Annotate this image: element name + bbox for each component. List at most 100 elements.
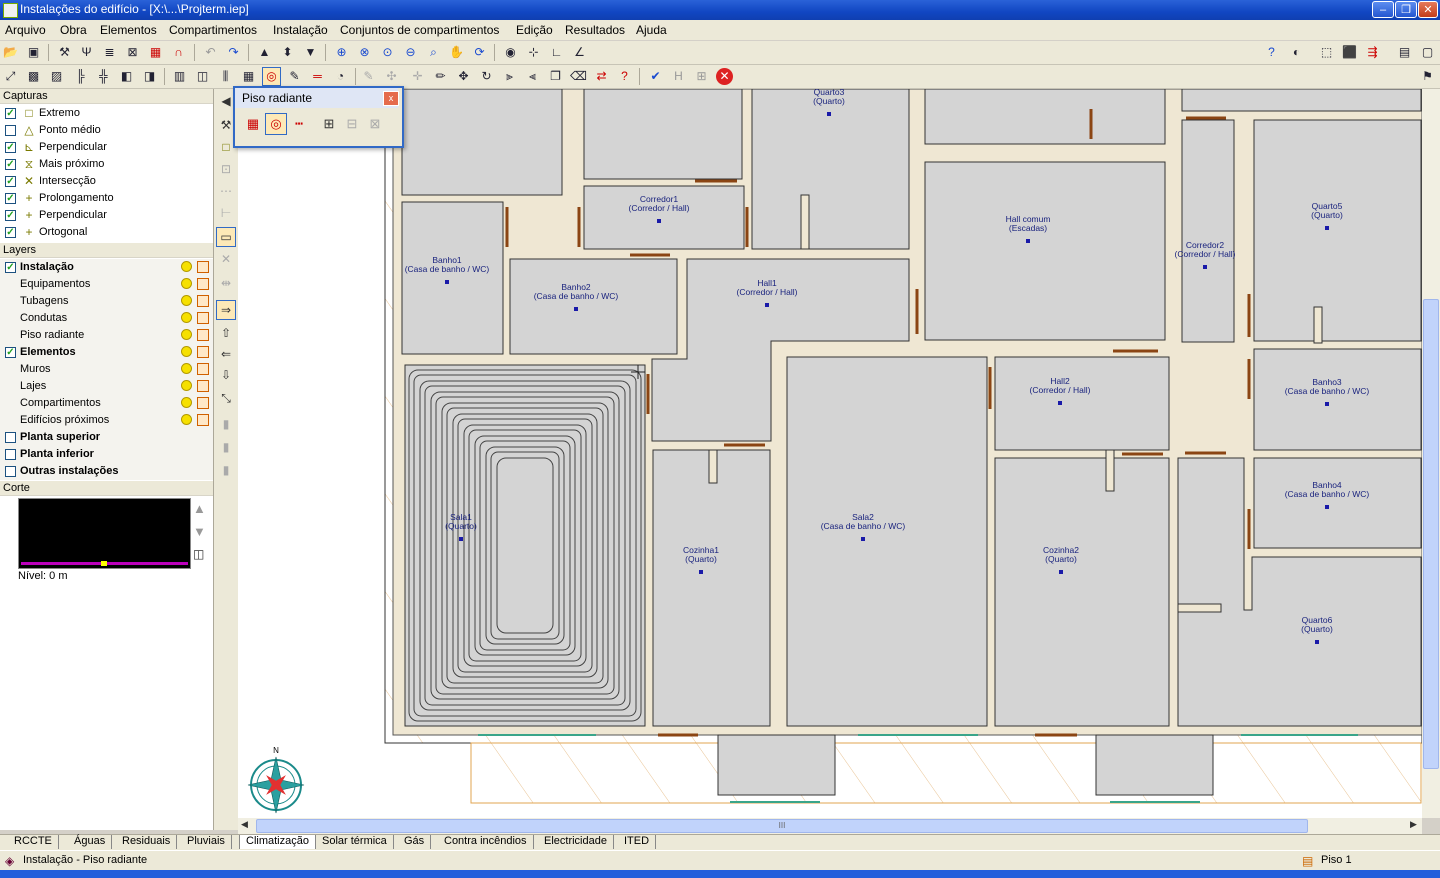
horizontal-scrollbar[interactable]: ◀ III ▶ [238, 818, 1422, 834]
save-icon[interactable]: ▣ [25, 44, 42, 61]
edit-disabled-icon[interactable]: ✎ [360, 68, 377, 85]
room-marker[interactable] [1325, 402, 1329, 406]
tab-9[interactable]: ITED [618, 835, 657, 849]
pipe-icon[interactable]: ╠ [72, 68, 89, 85]
question-check-icon[interactable]: ? [616, 68, 633, 85]
capture-checkbox[interactable]: ✓ [5, 159, 16, 170]
capture-item[interactable]: ✓ + Perpendicular [0, 207, 213, 224]
capture-checkbox[interactable] [5, 125, 16, 136]
lock2-icon[interactable]: ▮ [217, 438, 235, 456]
window-icon[interactable]: ▢ [1419, 44, 1436, 61]
palette-close-button[interactable]: x [383, 91, 399, 106]
delete-collector-icon[interactable]: ⊠ [365, 114, 385, 134]
radiant-line-icon[interactable]: ┅ [289, 114, 309, 134]
tab-4[interactable]: Climatização [239, 835, 316, 849]
capture-item[interactable]: ✓ ⊾ Perpendicular [0, 139, 213, 156]
redraw-icon[interactable]: ⟳ [471, 44, 488, 61]
angle-icon[interactable]: ∠ [571, 44, 588, 61]
layer-item[interactable]: ✓ Instalação [0, 259, 213, 276]
menu-resultados[interactable]: Resultados [565, 23, 625, 37]
room-marker[interactable] [445, 280, 449, 284]
room-marker[interactable] [861, 537, 865, 541]
tab-6[interactable]: Gás [398, 835, 432, 849]
layer-checkbox[interactable]: ✓ [5, 347, 16, 358]
lock3-icon[interactable]: ▮ [217, 461, 235, 479]
layer-visible-icon[interactable] [181, 380, 192, 391]
arrow-down-icon[interactable]: ⇩ [217, 366, 235, 384]
tab-2[interactable]: Residuais [116, 835, 178, 849]
equipment-icon[interactable]: ▩ [25, 68, 42, 85]
redo-icon[interactable]: ↷ [225, 44, 242, 61]
tab-8[interactable]: Electricidade [538, 835, 614, 849]
capture-checkbox[interactable]: ✓ [5, 142, 16, 153]
layer-item[interactable]: Planta inferior [0, 446, 213, 463]
dxf-icon[interactable]: ⊠ [124, 44, 141, 61]
calc-icon[interactable]: ⊞ [693, 68, 710, 85]
tab-1[interactable]: Águas [68, 835, 113, 849]
room-marker[interactable] [1325, 226, 1329, 230]
horizontal-scroll-thumb[interactable]: III [256, 819, 1308, 833]
room-marker[interactable] [459, 537, 463, 541]
layer-color-icon[interactable] [197, 380, 209, 392]
capture-checkbox[interactable]: ✓ [5, 210, 16, 221]
room-marker[interactable] [1203, 265, 1207, 269]
zoom-all-icon[interactable]: ⊗ [356, 44, 373, 61]
zoom-out-icon[interactable]: ⊖ [402, 44, 419, 61]
check-icon[interactable]: ✔ [647, 68, 664, 85]
vertical-scrollbar[interactable] [1422, 89, 1440, 818]
layer-item[interactable]: Outras instalações [0, 463, 213, 480]
layer-color-icon[interactable] [197, 261, 209, 273]
menu-conjuntos[interactable]: Conjuntos de compartimentos [340, 23, 499, 37]
layer-visible-icon[interactable] [181, 278, 192, 289]
layer-item[interactable]: Edifícios próximos [0, 412, 213, 429]
minimize-button[interactable]: – [1372, 1, 1394, 18]
layer-item[interactable]: Condutas [0, 310, 213, 327]
hidro-icon[interactable]: H [670, 68, 687, 85]
layer-color-icon[interactable] [197, 414, 209, 426]
menu-edicao[interactable]: Edição [516, 23, 553, 37]
layer-checkbox[interactable] [5, 449, 16, 460]
arrow-left-icon[interactable]: ⇐ [217, 345, 235, 363]
capture-item[interactable]: ✓ + Prolongamento [0, 190, 213, 207]
unit2-icon[interactable]: ◨ [141, 68, 158, 85]
pan-hand-icon[interactable]: ✋ [448, 44, 465, 61]
floor-icon[interactable]: ▥ [171, 68, 188, 85]
magnet-icon[interactable]: ∩ [170, 44, 187, 61]
layout-icon[interactable]: ▤ [1396, 44, 1413, 61]
menu-arquivo[interactable]: Arquivo [5, 23, 46, 37]
room-marker[interactable] [1058, 401, 1062, 405]
radiant-spiral-icon[interactable]: ◎ [265, 113, 287, 135]
red-line-icon[interactable]: ═ [309, 68, 326, 85]
heater-icon[interactable]: ⫼ [217, 68, 234, 85]
open-folder-icon[interactable]: 📂 [2, 44, 19, 61]
layer-color-icon[interactable] [197, 363, 209, 375]
room-marker[interactable] [827, 112, 831, 116]
snap-grid-icon[interactable]: ⋯ [217, 182, 235, 200]
layer-color-icon[interactable] [197, 329, 209, 341]
layer-visible-icon[interactable] [181, 312, 192, 323]
tools-icon[interactable]: ⚒ [56, 44, 73, 61]
layer-visible-icon[interactable] [181, 414, 192, 425]
comment-icon[interactable]: ▭ [216, 227, 236, 247]
line-tool-icon[interactable]: ⤢ [2, 68, 19, 85]
snap-center-icon[interactable]: ⊡ [217, 160, 235, 178]
capture-checkbox[interactable]: ✓ [5, 193, 16, 204]
layer-item[interactable]: Muros [0, 361, 213, 378]
globe-icon[interactable]: ◐ [1288, 44, 1305, 61]
diagonal-icon[interactable]: ⤡ [217, 389, 235, 407]
menu-compartimentos[interactable]: Compartimentos [169, 23, 257, 37]
radiator-icon[interactable]: ▦ [240, 68, 257, 85]
zoom-in-icon[interactable]: ⊙ [379, 44, 396, 61]
room-marker[interactable] [574, 307, 578, 311]
layer-item[interactable]: Planta superior [0, 429, 213, 446]
cube-icon[interactable]: ⬛ [1341, 44, 1358, 61]
move-disabled-icon[interactable]: ✣ [383, 68, 400, 85]
mirror-icon[interactable]: ⫸ [501, 68, 518, 85]
vertical-scroll-thumb[interactable] [1423, 299, 1439, 769]
zoom-window-icon[interactable]: ⊕ [333, 44, 350, 61]
undo-icon[interactable]: ↶ [202, 44, 219, 61]
grid-cells-icon[interactable]: ▨ [48, 68, 65, 85]
menu-obra[interactable]: Obra [60, 23, 87, 37]
room-marker[interactable] [765, 303, 769, 307]
tab-7[interactable]: Contra incêndios [438, 835, 534, 849]
